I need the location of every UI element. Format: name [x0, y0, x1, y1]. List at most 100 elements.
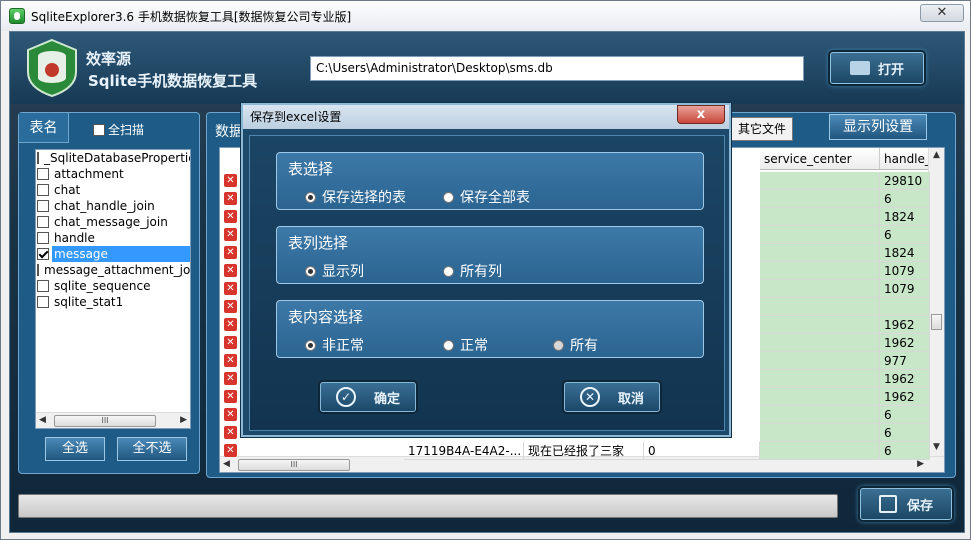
table-checkbox[interactable] — [37, 232, 49, 244]
table-name-label: handle — [54, 231, 95, 245]
handle-id-cell[interactable]: 6 — [880, 406, 930, 424]
service-center-cell[interactable] — [760, 388, 880, 406]
service-center-cell[interactable] — [760, 226, 880, 244]
select-all-button[interactable]: 全选 — [45, 437, 105, 461]
handle-id-cell[interactable]: 29810 — [880, 172, 930, 190]
radio-option[interactable]: 保存选择的表 — [305, 187, 406, 207]
service-center-cell[interactable] — [760, 352, 880, 370]
table-list-item[interactable]: message_attachment_join — [36, 262, 190, 278]
handle-id-cell[interactable]: 6 — [880, 190, 930, 208]
table-checkbox[interactable] — [37, 184, 49, 196]
table-checkbox[interactable] — [37, 248, 49, 260]
save-button[interactable]: 保存 — [860, 488, 952, 520]
table-list[interactable]: _SqliteDatabaseProperties attachment chat c… — [35, 149, 191, 429]
group-title: 表内容选择 — [288, 308, 364, 326]
grid-scroll-thumb[interactable]: III — [238, 459, 350, 471]
radio-option[interactable]: 正常 — [443, 335, 488, 355]
column-header-service-center[interactable]: service_center — [760, 148, 880, 170]
dialog-title: 保存到excel设置 — [243, 105, 729, 129]
select-none-button[interactable]: 全不选 — [117, 437, 187, 461]
table-checkbox[interactable] — [37, 264, 39, 276]
confirm-button[interactable]: ✓ 确定 — [320, 382, 416, 412]
vertical-scroll-thumb[interactable] — [931, 314, 942, 330]
scroll-down-icon[interactable]: ▼ — [933, 442, 940, 452]
radio-option[interactable]: 所有列 — [443, 261, 502, 281]
row-cell-num[interactable]: 0 — [644, 442, 760, 460]
table-checkbox[interactable] — [37, 216, 49, 228]
radio-option[interactable]: 保存全部表 — [443, 187, 530, 207]
cancel-button[interactable]: ✕ 取消 — [564, 382, 660, 412]
service-center-cell[interactable] — [760, 424, 880, 442]
radio-button[interactable] — [305, 191, 316, 203]
service-center-cell[interactable] — [760, 406, 880, 424]
service-center-cell[interactable] — [760, 316, 880, 334]
radio-button[interactable] — [305, 265, 316, 277]
table-list-item[interactable]: chat — [36, 182, 190, 198]
open-button[interactable]: 打开 — [830, 52, 924, 84]
handle-id-cell[interactable]: 1079 — [880, 262, 930, 280]
table-list-item[interactable]: chat_handle_join — [36, 198, 190, 214]
table-list-item[interactable]: message — [36, 246, 190, 262]
radio-button[interactable] — [443, 191, 454, 203]
handle-id-cell[interactable]: 6 — [880, 442, 930, 460]
service-center-cell[interactable] — [760, 442, 880, 460]
radio-option[interactable]: 所有 — [553, 335, 598, 355]
service-center-cell[interactable] — [760, 370, 880, 388]
table-list-item[interactable]: sqlite_stat1 — [36, 294, 190, 310]
dialog-close-button[interactable]: x — [677, 105, 725, 124]
handle-id-cell[interactable]: 6 — [880, 424, 930, 442]
handle-id-cell[interactable]: 1962 — [880, 334, 930, 352]
handle-id-cell[interactable]: 1824 — [880, 244, 930, 262]
file-path-input[interactable]: C:\Users\Administrator\Desktop\sms.db — [310, 56, 804, 81]
table-list-item[interactable]: _SqliteDatabaseProperties — [36, 150, 190, 166]
scan-all-check[interactable] — [93, 123, 105, 136]
radio-button[interactable] — [443, 265, 454, 277]
service-center-cell[interactable] — [760, 262, 880, 280]
table-list-horizontal-scrollbar[interactable]: ◀ III ▶ — [36, 412, 190, 428]
column-header-handle-id[interactable]: handle_i — [880, 148, 934, 170]
row-cell-text[interactable]: 现在已经报了三家 — [524, 442, 644, 460]
table-list-item[interactable]: handle — [36, 230, 190, 246]
service-center-cell[interactable] — [760, 190, 880, 208]
service-center-cell[interactable] — [760, 244, 880, 262]
table-checkbox[interactable] — [37, 200, 49, 212]
table-list-item[interactable]: sqlite_sequence — [36, 278, 190, 294]
tab-table-names[interactable]: 表名 — [19, 113, 69, 143]
service-center-cell[interactable] — [760, 172, 880, 190]
table-list-item[interactable]: chat_message_join — [36, 214, 190, 230]
scroll-left-icon[interactable]: ◀ — [39, 415, 46, 425]
radio-button[interactable] — [553, 339, 564, 351]
service-center-cell[interactable] — [760, 208, 880, 226]
table-checkbox[interactable] — [37, 296, 49, 308]
column-settings-button[interactable]: 显示列设置 — [829, 114, 927, 140]
other-files-button[interactable]: 其它文件 — [727, 117, 793, 141]
handle-id-cell[interactable]: 6 — [880, 226, 930, 244]
scroll-right-icon[interactable]: ▶ — [917, 459, 924, 469]
table-checkbox[interactable] — [37, 152, 39, 164]
row-cell-guid[interactable]: 17119B4A-E4A2-... — [404, 442, 524, 460]
service-center-cell[interactable] — [760, 334, 880, 352]
vertical-scrollbar[interactable]: ▲ ▼ — [928, 148, 944, 458]
table-list-item[interactable]: attachment — [36, 166, 190, 182]
scan-all-checkbox[interactable]: 全扫描 — [93, 121, 144, 138]
radio-option[interactable]: 非正常 — [305, 335, 364, 355]
radio-option[interactable]: 显示列 — [305, 261, 364, 281]
handle-id-cell[interactable]: 1824 — [880, 208, 930, 226]
table-list-scroll-thumb[interactable]: III — [54, 415, 156, 427]
handle-id-cell[interactable]: 1962 — [880, 316, 930, 334]
radio-button[interactable] — [305, 339, 316, 351]
scroll-left-icon[interactable]: ◀ — [223, 459, 230, 469]
handle-id-cell[interactable]: 1962 — [880, 388, 930, 406]
radio-button[interactable] — [443, 339, 454, 351]
service-center-cell[interactable] — [760, 280, 880, 298]
scroll-right-icon[interactable]: ▶ — [180, 415, 187, 425]
handle-id-cell[interactable]: 1079 — [880, 280, 930, 298]
table-checkbox[interactable] — [37, 168, 49, 180]
handle-id-cell[interactable]: 1962 — [880, 370, 930, 388]
service-center-cell[interactable] — [760, 298, 880, 316]
handle-id-cell[interactable] — [880, 298, 930, 316]
scroll-up-icon[interactable]: ▲ — [933, 150, 940, 160]
handle-id-cell[interactable]: 977 — [880, 352, 930, 370]
table-checkbox[interactable] — [37, 280, 49, 292]
window-close-button[interactable]: ✕ — [920, 4, 964, 22]
